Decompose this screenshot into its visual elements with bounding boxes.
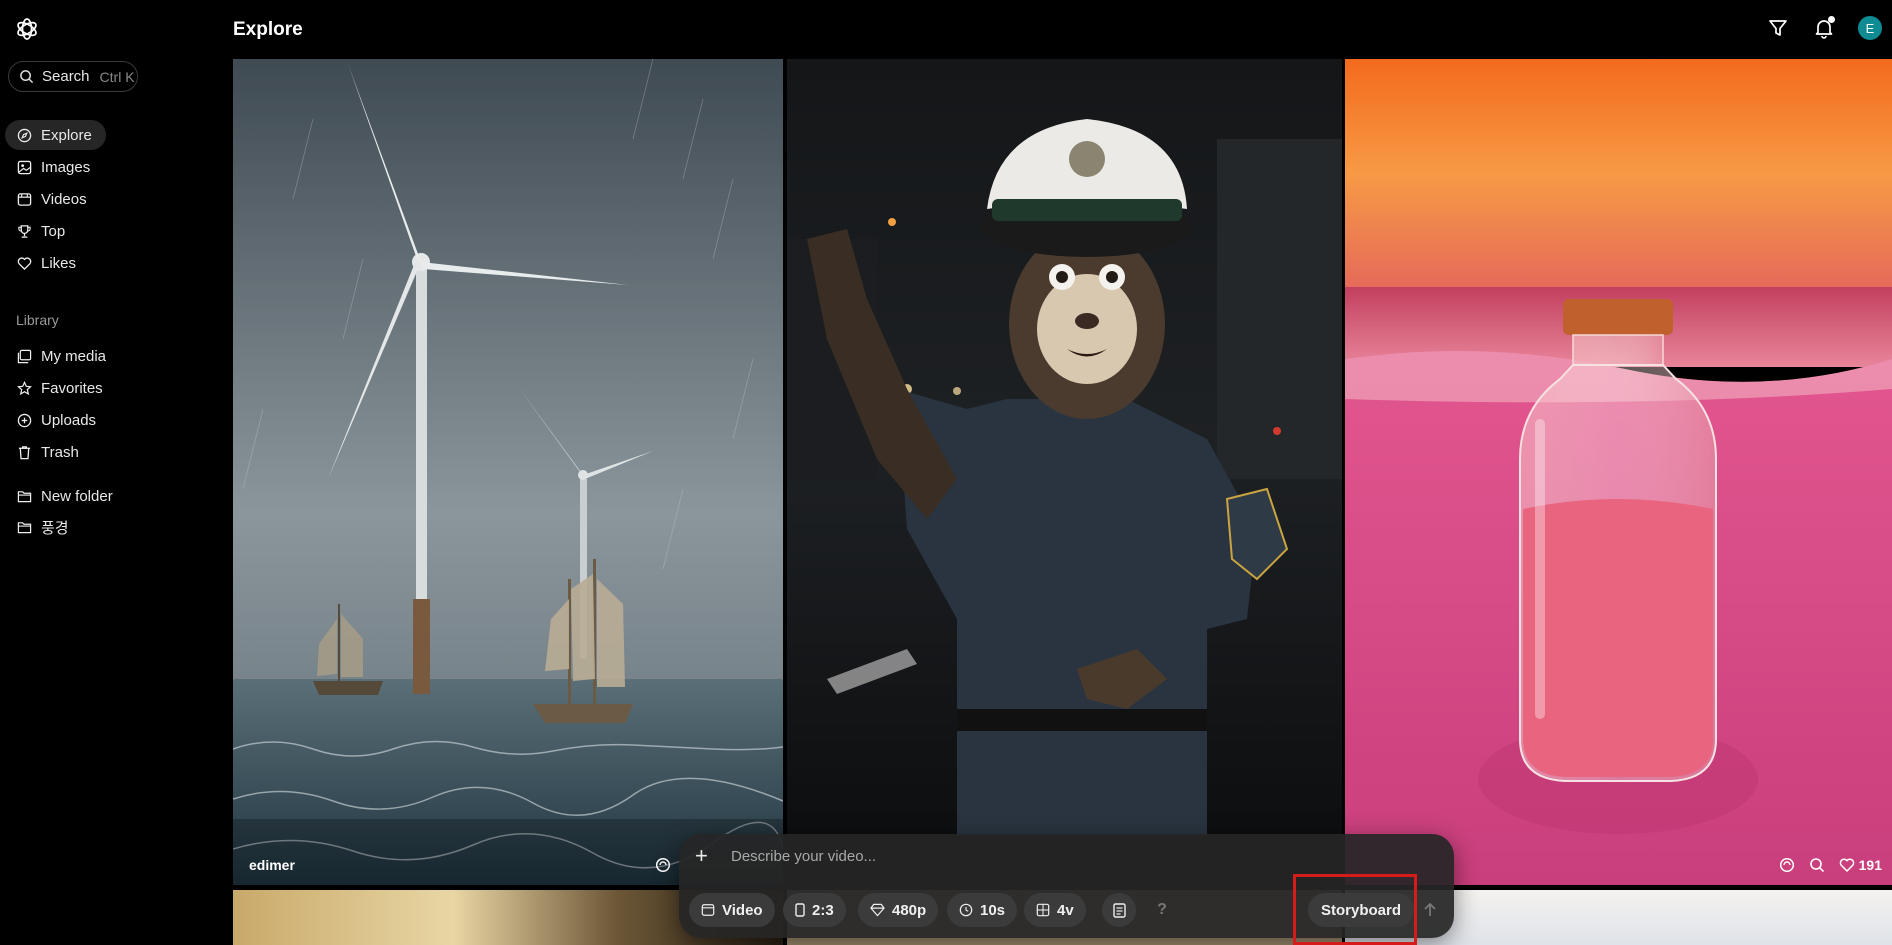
search-shortcut: Ctrl K xyxy=(99,68,135,85)
portrait-rect-icon xyxy=(795,903,805,917)
add-media-button[interactable]: + xyxy=(695,845,708,867)
submit-button[interactable] xyxy=(1415,893,1445,927)
clock-icon xyxy=(959,903,973,917)
type-select[interactable]: Video xyxy=(689,893,775,927)
filter-icon[interactable] xyxy=(1767,17,1789,39)
aspect-ratio-label: 2:3 xyxy=(812,901,834,919)
remix-icon[interactable] xyxy=(1779,857,1795,873)
prompt-input[interactable] xyxy=(729,847,1333,866)
film-icon xyxy=(701,904,715,916)
media-icon xyxy=(17,349,32,363)
sidebar-item-trash[interactable]: Trash xyxy=(5,437,93,467)
trash-icon xyxy=(18,445,31,459)
variations-label: 4v xyxy=(1057,901,1074,919)
sidebar-item-label: My media xyxy=(41,347,107,365)
folder-plus-icon xyxy=(17,490,32,502)
sidebar-item-my-media[interactable]: My media xyxy=(5,341,120,371)
sidebar-item-label: Images xyxy=(41,158,91,176)
resolution-label: 480p xyxy=(892,901,927,919)
aspect-ratio-select[interactable]: 2:3 xyxy=(783,893,846,927)
tile-image xyxy=(1345,59,1892,885)
sidebar-item-uploads[interactable]: Uploads xyxy=(5,405,110,435)
search-icon[interactable] xyxy=(1809,857,1825,873)
sidebar-item-label: 풍경 xyxy=(41,519,69,537)
sidebar-item-label: Uploads xyxy=(41,411,97,429)
sidebar-item-label: New folder xyxy=(41,487,113,505)
like-count: 191 xyxy=(1858,857,1882,873)
diamond-icon xyxy=(870,903,885,917)
compass-icon xyxy=(17,128,32,142)
heart-icon xyxy=(17,256,32,270)
grid-icon xyxy=(1036,903,1050,917)
sidebar: Search Ctrl K Explore Images Videos Top … xyxy=(0,0,232,945)
tile-actions: 191 xyxy=(1779,857,1882,873)
type-label: Video xyxy=(722,901,763,919)
tile-image xyxy=(233,59,783,885)
sidebar-item-label: Likes xyxy=(41,254,77,272)
sidebar-item-label: Top xyxy=(41,222,66,240)
image-icon xyxy=(17,160,32,174)
heart-icon xyxy=(1839,858,1854,873)
search-label: Search xyxy=(42,68,90,85)
sidebar-item-favorites[interactable]: Favorites xyxy=(5,373,117,403)
duration-label: 10s xyxy=(980,901,1006,919)
sidebar-item-top[interactable]: Top xyxy=(5,216,79,246)
upload-icon xyxy=(17,413,32,427)
sidebar-item-explore[interactable]: Explore xyxy=(5,120,106,150)
document-icon xyxy=(1112,902,1126,918)
search-icon xyxy=(20,70,34,84)
sidebar-item-label: Videos xyxy=(41,190,87,208)
sidebar-item-videos[interactable]: Videos xyxy=(5,184,101,214)
library-heading: Library xyxy=(16,312,59,328)
trophy-icon xyxy=(18,224,31,238)
gallery-tile-sand-bottle[interactable]: 191 xyxy=(1345,59,1892,885)
search-button[interactable]: Search Ctrl K xyxy=(8,61,138,92)
arrow-up-icon xyxy=(1424,902,1436,916)
variations-select[interactable]: 4v xyxy=(1024,893,1086,927)
storyboard-highlight-box xyxy=(1293,874,1417,945)
sidebar-item-folder-landscape[interactable]: 풍경 xyxy=(5,512,83,542)
notification-dot xyxy=(1828,16,1835,23)
sidebar-item-label: Favorites xyxy=(41,379,103,397)
remix-icon[interactable] xyxy=(655,857,671,873)
tile-image xyxy=(787,59,1342,835)
avatar[interactable]: E xyxy=(1858,16,1882,40)
page-title: Explore xyxy=(233,19,303,40)
sidebar-item-label: Trash xyxy=(41,443,79,461)
duration-select[interactable]: 10s xyxy=(947,893,1018,927)
like-button[interactable]: 191 xyxy=(1839,857,1882,873)
sidebar-item-images[interactable]: Images xyxy=(5,152,104,182)
sidebar-item-likes[interactable]: Likes xyxy=(5,248,90,278)
openai-logo-icon[interactable] xyxy=(14,16,40,42)
gallery-tile-turbines[interactable]: edimer xyxy=(233,59,783,885)
help-button[interactable]: ? xyxy=(1145,893,1179,927)
sidebar-item-label: Explore xyxy=(41,126,92,144)
presets-button[interactable] xyxy=(1102,893,1136,927)
sidebar-item-new-folder[interactable]: New folder xyxy=(5,481,127,511)
tile-actions xyxy=(655,857,671,873)
tile-author[interactable]: edimer xyxy=(249,857,295,873)
gallery-tile-ferret[interactable] xyxy=(787,59,1342,835)
star-icon xyxy=(17,380,32,395)
film-icon xyxy=(17,192,32,206)
resolution-select[interactable]: 480p xyxy=(858,893,939,927)
folder-icon xyxy=(17,521,32,533)
